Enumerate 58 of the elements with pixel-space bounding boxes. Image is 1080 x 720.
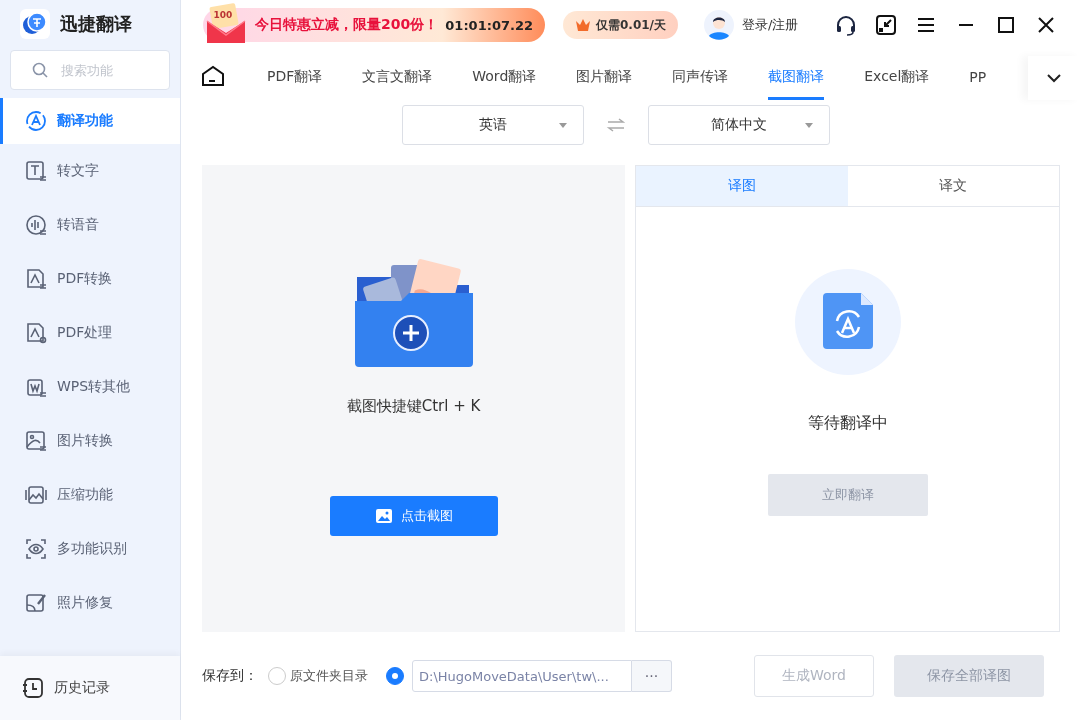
sidebar-item[interactable]: 转语音 xyxy=(0,198,180,252)
radio-button[interactable] xyxy=(268,667,286,685)
image-icon xyxy=(374,507,393,525)
path-field[interactable]: D:\HugoMoveData\User\tw\... xyxy=(412,660,632,692)
text-icon xyxy=(25,160,47,182)
source-language-select[interactable]: 英语 xyxy=(401,105,584,145)
countdown: 01:01:07.22 xyxy=(445,17,533,33)
tab[interactable]: PDF翻译 xyxy=(267,56,323,100)
shortcut-hint: 截图快捷键Ctrl + K xyxy=(346,397,481,416)
eye-icon xyxy=(25,538,47,560)
image-icon xyxy=(25,484,47,506)
sidebar-item[interactable]: PDF转换 xyxy=(0,252,180,306)
app-name: 迅捷翻译 xyxy=(60,12,132,36)
voice-icon xyxy=(25,214,47,236)
document-icon xyxy=(25,376,47,398)
promo-number: 100 xyxy=(213,10,233,20)
translate-icon xyxy=(25,110,47,132)
radio-button[interactable] xyxy=(386,667,404,685)
sidebar-item[interactable]: 压缩功能 xyxy=(0,468,180,522)
document-translate-icon xyxy=(794,269,901,375)
save-to-label: 保存到： xyxy=(202,667,258,685)
sidebar-item[interactable]: 多功能识别 xyxy=(0,522,180,576)
clock-icon xyxy=(22,677,44,699)
avatar-icon xyxy=(704,10,734,40)
tab[interactable]: 图片翻译 xyxy=(576,56,633,100)
capture-button[interactable]: 点击截图 xyxy=(329,496,498,536)
tab[interactable]: PP xyxy=(969,56,987,100)
search-field[interactable]: 搜索功能 xyxy=(10,50,170,90)
image-icon xyxy=(25,430,47,452)
sidebar-item[interactable]: 图片转换 xyxy=(0,414,180,468)
app-logo-icon xyxy=(20,9,50,39)
status-text: 等待翻译中 xyxy=(807,413,888,434)
document-icon xyxy=(25,268,47,290)
crown-icon xyxy=(575,18,591,32)
sidebar-item[interactable]: 翻译功能 xyxy=(0,98,180,144)
tab[interactable]: Word翻译 xyxy=(472,56,537,100)
browse-button[interactable]: ··· xyxy=(632,660,672,692)
caret-icon xyxy=(804,123,813,128)
sidebar-item[interactable]: 照片修复 xyxy=(0,576,180,630)
sidebar-item[interactable]: WPS转其他 xyxy=(0,360,180,414)
target-language-select[interactable]: 简体中文 xyxy=(647,105,830,145)
login-button[interactable]: 登录/注册 xyxy=(698,9,805,41)
image-icon xyxy=(25,592,47,614)
search-icon xyxy=(32,62,48,78)
home-icon[interactable] xyxy=(201,64,225,88)
tab[interactable]: 同声传译 xyxy=(672,56,729,100)
tab[interactable]: 截图翻译 xyxy=(768,56,825,100)
caret-icon xyxy=(558,123,567,128)
history-item[interactable]: 历史记录 xyxy=(0,656,180,720)
promo-text: 今日特惠立减，限量200份！ xyxy=(255,16,439,34)
tab[interactable]: Excel翻译 xyxy=(864,56,930,100)
document-gear-icon xyxy=(25,322,47,344)
tab[interactable]: 文言文翻译 xyxy=(362,56,433,100)
vip-button[interactable]: 仅需0.01/天 xyxy=(563,11,678,39)
sidebar-item[interactable]: 转文字 xyxy=(0,144,180,198)
result-tab[interactable]: 译图 xyxy=(636,166,848,206)
radio-option[interactable]: 原文件夹目录 xyxy=(268,667,368,685)
sidebar-item[interactable]: PDF处理 xyxy=(0,306,180,360)
